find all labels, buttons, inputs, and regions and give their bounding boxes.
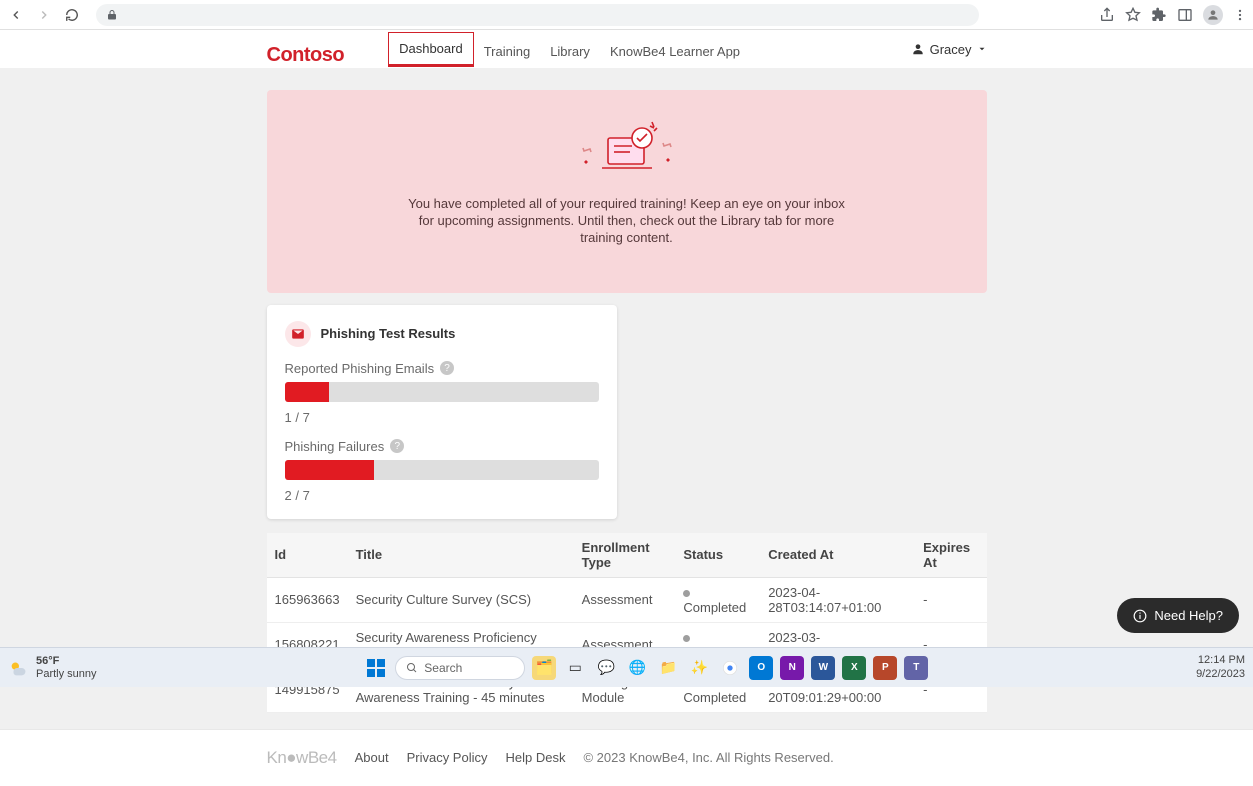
footer-copyright: © 2023 KnowBe4, Inc. All Rights Reserved… xyxy=(583,750,833,765)
user-icon xyxy=(911,42,925,56)
profile-avatar[interactable] xyxy=(1203,5,1223,25)
windows-taskbar: 56°FPartly sunny Search 🗂️ ▭ 💬 🌐 📁 ✨ O N… xyxy=(0,647,1253,687)
reported-label: Reported Phishing Emails xyxy=(285,361,435,376)
column-header[interactable]: Created At xyxy=(760,533,915,578)
failures-label: Phishing Failures xyxy=(285,439,385,454)
taskbar-app-icon[interactable]: 🗂️ xyxy=(532,656,556,680)
brand-logo: Contoso xyxy=(267,44,345,67)
chevron-down-icon xyxy=(977,44,987,54)
completion-banner: You have completed all of your required … xyxy=(267,90,987,293)
table-cell: 165963663 xyxy=(267,577,348,622)
taskbar-app-icon[interactable]: 💬 xyxy=(594,656,618,680)
table-cell: - xyxy=(915,577,986,622)
browser-toolbar xyxy=(0,0,1253,30)
taskbar-app-icon[interactable] xyxy=(718,656,742,680)
search-icon xyxy=(406,662,418,674)
forward-button[interactable] xyxy=(34,5,54,25)
info-icon xyxy=(1133,609,1147,623)
column-header[interactable]: Id xyxy=(267,533,348,578)
footer-helpdesk[interactable]: Help Desk xyxy=(506,750,566,765)
help-icon[interactable]: ? xyxy=(390,439,404,453)
taskbar-app-icon[interactable]: W xyxy=(811,656,835,680)
tab-library[interactable]: Library xyxy=(540,36,600,67)
reported-fraction: 1 / 7 xyxy=(285,410,599,425)
taskbar-app-icon[interactable]: X xyxy=(842,656,866,680)
taskbar-app-icon[interactable]: P xyxy=(873,656,897,680)
taskbar-app-icon[interactable]: ✨ xyxy=(687,656,711,680)
reload-button[interactable] xyxy=(62,5,82,25)
table-cell: 2023-04-28T03:14:07+01:00 xyxy=(760,577,915,622)
star-icon[interactable] xyxy=(1125,7,1141,23)
taskbar-app-icon[interactable]: N xyxy=(780,656,804,680)
taskbar-app-icon[interactable]: O xyxy=(749,656,773,680)
phishing-title: Phishing Test Results xyxy=(321,326,456,341)
table-row[interactable]: 165963663Security Culture Survey (SCS)As… xyxy=(267,577,987,622)
table-cell: Completed xyxy=(675,577,760,622)
page-footer: Kn●wBe4 About Privacy Policy Help Desk ©… xyxy=(0,729,1253,786)
failures-bar xyxy=(285,460,599,480)
table-cell: Security Culture Survey (SCS) xyxy=(348,577,574,622)
nav-tabs: Dashboard Training Library KnowBe4 Learn… xyxy=(388,32,750,67)
footer-about[interactable]: About xyxy=(355,750,389,765)
need-help-button[interactable]: Need Help? xyxy=(1117,598,1239,633)
tab-dashboard[interactable]: Dashboard xyxy=(388,32,474,67)
lock-icon xyxy=(106,9,118,21)
taskbar-app-icon[interactable]: ▭ xyxy=(563,656,587,680)
menu-icon[interactable] xyxy=(1233,8,1247,22)
user-menu[interactable]: Gracey xyxy=(911,42,987,57)
taskbar-search[interactable]: Search xyxy=(395,656,525,680)
taskbar-app-icon[interactable]: T xyxy=(904,656,928,680)
column-header[interactable]: Expires At xyxy=(915,533,986,578)
panel-icon[interactable] xyxy=(1177,7,1193,23)
footer-privacy[interactable]: Privacy Policy xyxy=(407,750,488,765)
reported-bar xyxy=(285,382,599,402)
column-header[interactable]: Status xyxy=(675,533,760,578)
back-button[interactable] xyxy=(6,5,26,25)
taskbar-app-icon[interactable]: 🌐 xyxy=(625,656,649,680)
start-button[interactable] xyxy=(364,656,388,680)
tab-training[interactable]: Training xyxy=(474,36,540,67)
help-icon[interactable]: ? xyxy=(440,361,454,375)
taskbar-app-icon[interactable]: 📁 xyxy=(656,656,680,680)
user-name: Gracey xyxy=(930,42,972,57)
weather-widget[interactable]: 56°FPartly sunny xyxy=(8,655,97,679)
envelope-icon xyxy=(285,321,311,347)
weather-icon xyxy=(8,657,30,679)
phishing-card: Phishing Test Results Reported Phishing … xyxy=(267,305,617,519)
knowbe4-logo: Kn●wBe4 xyxy=(267,748,337,768)
tab-learner-app[interactable]: KnowBe4 Learner App xyxy=(600,36,750,67)
failures-fraction: 2 / 7 xyxy=(285,488,599,503)
column-header[interactable]: Title xyxy=(348,533,574,578)
system-tray[interactable]: 12:14 PM 9/22/2023 xyxy=(1196,654,1245,680)
address-bar[interactable] xyxy=(96,4,979,26)
table-cell: Assessment xyxy=(574,577,676,622)
app-header: Contoso Dashboard Training Library KnowB… xyxy=(0,30,1253,68)
completion-illustration xyxy=(307,120,947,180)
share-icon[interactable] xyxy=(1099,7,1115,23)
banner-message: You have completed all of your required … xyxy=(402,196,852,247)
column-header[interactable]: Enrollment Type xyxy=(574,533,676,578)
extensions-icon[interactable] xyxy=(1151,7,1167,23)
